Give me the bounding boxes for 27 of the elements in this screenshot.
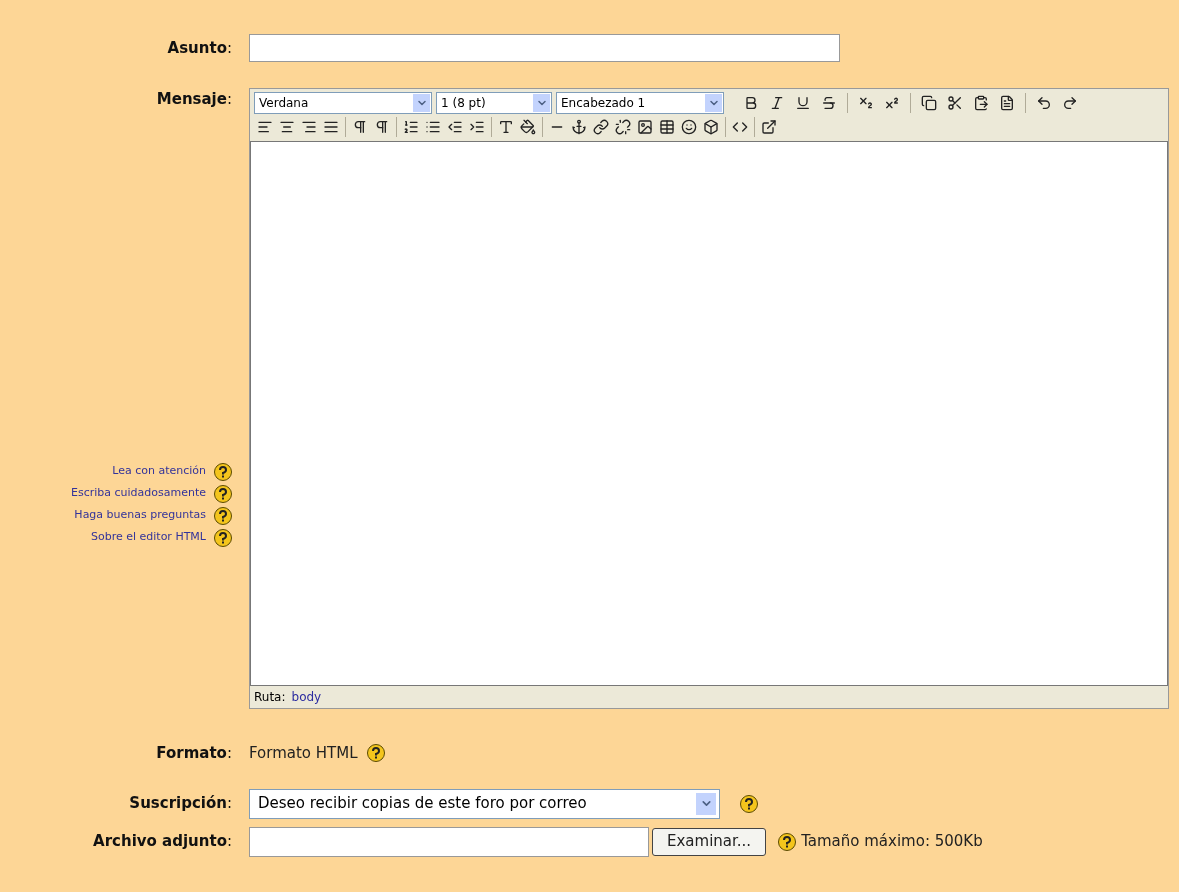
path-link[interactable]: body bbox=[291, 688, 322, 706]
help-icon[interactable] bbox=[214, 462, 232, 481]
dropdown[interactable]: 1 (8 pt) bbox=[436, 92, 552, 114]
field-label: Suscripción: bbox=[128, 793, 232, 815]
help-icon[interactable] bbox=[366, 744, 385, 763]
help-icon[interactable] bbox=[778, 832, 797, 851]
field-label: Mensaje: bbox=[155, 89, 232, 110]
subject-field[interactable] bbox=[249, 34, 840, 62]
dropdown[interactable]: Encabezado 1 bbox=[556, 92, 724, 114]
help-icon[interactable] bbox=[214, 528, 232, 547]
help-link[interactable]: Escriba cuidadosamente bbox=[70, 485, 206, 502]
field-label: Formato: bbox=[155, 743, 232, 764]
field-label: Asunto: bbox=[166, 37, 232, 59]
field-label: Archivo adjunto: bbox=[92, 831, 232, 853]
help-icon[interactable] bbox=[214, 484, 232, 503]
help-icon[interactable] bbox=[740, 794, 758, 813]
max-size-note: Tamaño máximo: 500Kb bbox=[801, 831, 983, 853]
dropdown[interactable]: Verdana bbox=[254, 92, 432, 114]
format-value: Formato HTML bbox=[249, 743, 358, 764]
attachment-field[interactable] bbox=[249, 826, 649, 857]
path-label: Ruta: bbox=[254, 689, 286, 706]
help-link[interactable]: Haga buenas preguntas bbox=[74, 507, 206, 524]
subscription-dropdown[interactable]: Deseo recibir copias de este foro por correo bbox=[249, 788, 720, 819]
help-link[interactable]: Sobre el editor HTML bbox=[90, 529, 206, 546]
browse-button[interactable]: Examinar... bbox=[652, 827, 767, 856]
help-link[interactable]: Lea con atención bbox=[112, 463, 206, 480]
help-icon[interactable] bbox=[214, 506, 232, 525]
